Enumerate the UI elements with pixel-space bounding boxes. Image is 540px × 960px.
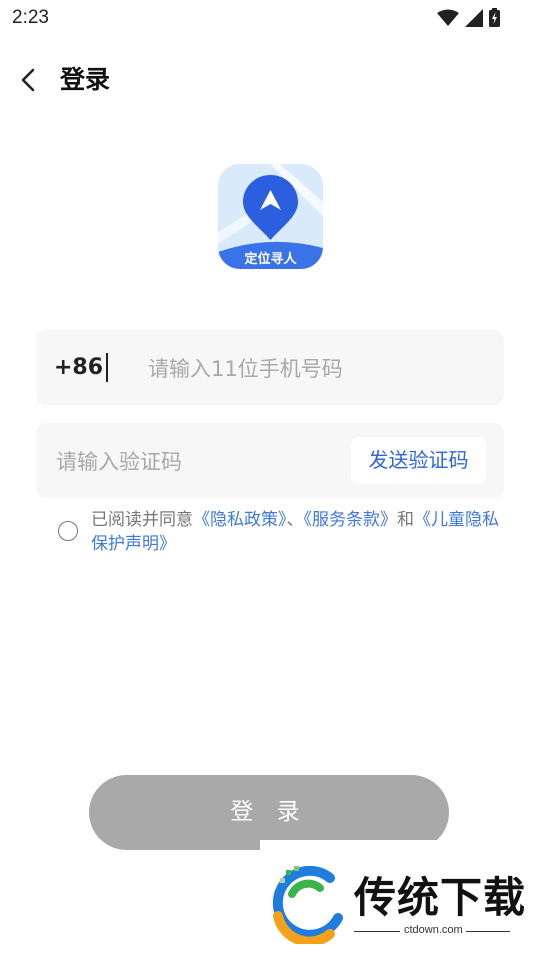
back-button[interactable] xyxy=(12,62,44,98)
terms-link[interactable]: 《服务条款》 xyxy=(304,510,398,530)
watermark-title: 传统下载 xyxy=(354,873,527,922)
verification-code-input[interactable] xyxy=(54,423,338,500)
watermark-url: ctdown.com xyxy=(404,924,463,936)
agreement-separator: 、 xyxy=(286,510,304,530)
privacy-policy-link[interactable]: 《隐私政策》 xyxy=(193,510,287,530)
watermark-rule-left xyxy=(354,931,400,932)
battery-icon xyxy=(489,8,500,27)
country-code[interactable]: +86 xyxy=(54,330,103,405)
nav-bar: 登录 xyxy=(0,52,540,108)
watermark-rule-right xyxy=(466,931,510,932)
page-title: 登录 xyxy=(60,65,111,94)
agreement-checkbox[interactable] xyxy=(58,521,78,541)
agreement-prefix: 已阅读并同意 xyxy=(91,510,193,530)
status-time: 2:23 xyxy=(12,7,49,28)
agreement-and: 和 xyxy=(397,510,414,530)
phone-field-row: +86 xyxy=(36,330,504,407)
status-icons xyxy=(437,8,500,27)
status-bar: 2:23 xyxy=(0,0,540,36)
watermark-logo-icon xyxy=(272,865,343,944)
divider xyxy=(106,353,108,382)
app-logo: 定位寻人 xyxy=(218,164,323,269)
watermark: 传统下载 ctdown.com xyxy=(260,840,540,960)
chevron-left-icon xyxy=(21,68,35,92)
app-logo-label: 定位寻人 xyxy=(244,252,297,267)
code-field-row: 发送验证码 xyxy=(36,423,504,500)
wifi-icon xyxy=(437,9,459,26)
agreement-text: 已阅读并同意《隐私政策》、《服务条款》和《儿童隐私保护声明》 xyxy=(91,508,511,556)
send-code-button[interactable]: 发送验证码 xyxy=(351,437,486,484)
signal-icon xyxy=(465,8,483,27)
phone-input[interactable] xyxy=(146,330,490,407)
login-button[interactable]: 登 录 xyxy=(89,775,449,850)
